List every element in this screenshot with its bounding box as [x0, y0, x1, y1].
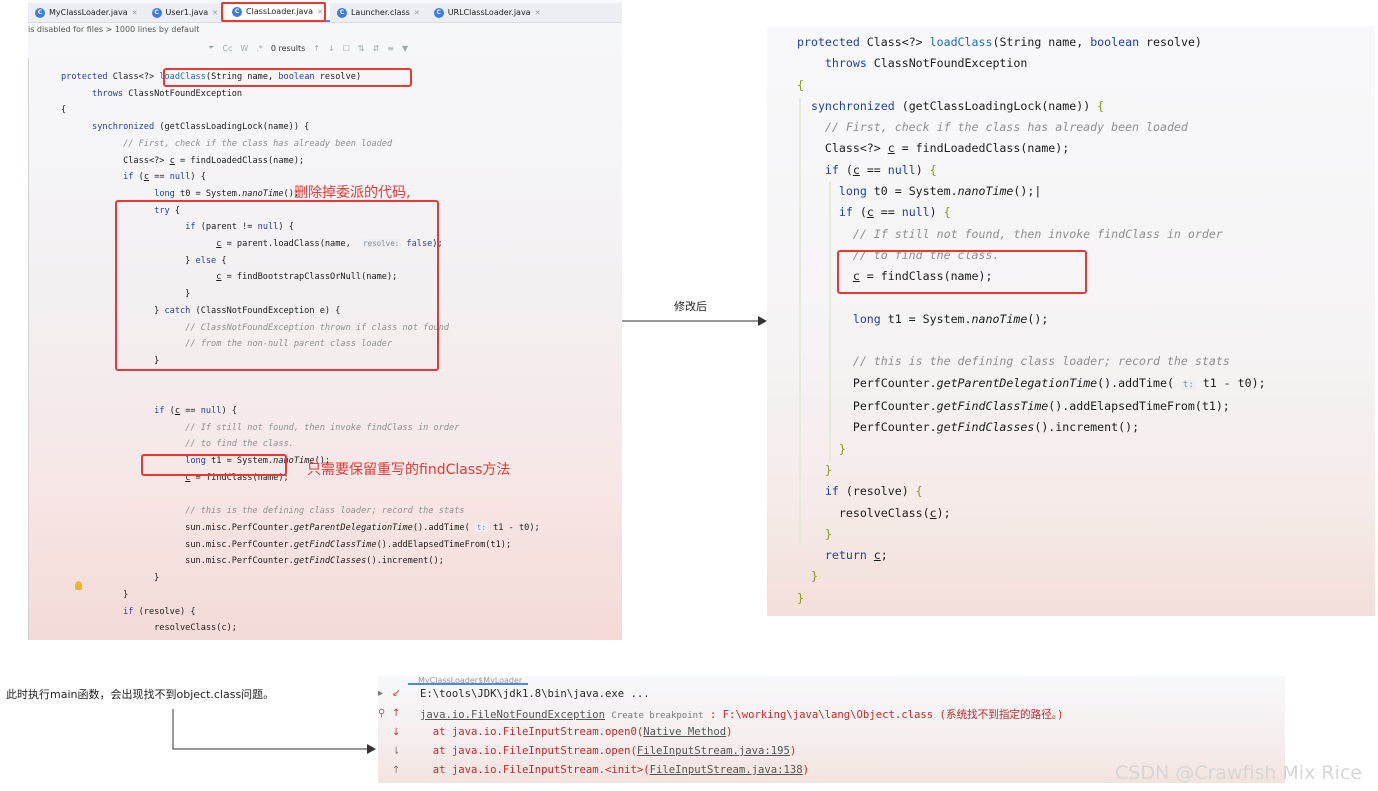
delete-delegation-annotation: 删除掉委派的代码,	[294, 185, 411, 201]
right-arrow-icon	[622, 316, 767, 326]
findclass-only-highlight	[837, 250, 1087, 294]
arrow-up-icon[interactable]: ↑	[313, 44, 320, 53]
tab-user1[interactable]: C User1.java ✕	[145, 3, 226, 22]
right-code-block: protected Class<?> loadClass(String name…	[797, 35, 1266, 605]
whole-word-toggle[interactable]: W	[240, 44, 248, 53]
tab-label: URLClassLoader.java	[447, 8, 531, 17]
console-tab-underline	[408, 683, 528, 685]
filter-icon[interactable]: ⏷	[208, 43, 214, 53]
console-line-command: E:\tools\JDK\jdk1.8\bin\java.exe ...	[420, 688, 650, 700]
frame-text: )	[802, 764, 810, 776]
loadclass-signature-highlight	[163, 68, 412, 87]
highlight-disabled-notice: is disabled for files > 1000 lines by de…	[28, 25, 200, 34]
console-line-exception: java.io.FileNotFoundException Create bre…	[420, 707, 1063, 722]
exception-link[interactable]: java.io.FileNotFoundException	[420, 709, 605, 721]
bent-arrow-icon	[172, 709, 376, 754]
delegation-code-highlight	[115, 200, 439, 371]
down-arrow-icon[interactable]: ↓	[392, 727, 400, 738]
class-icon: C	[35, 7, 45, 18]
class-icon: C	[336, 7, 347, 18]
frame-source-link[interactable]: FileInputStream.java:195	[637, 745, 790, 757]
frame-text: )	[789, 745, 797, 757]
find-toolbar: ⏷ Cc W .* 0 results ↑ ↓ ☐ ⇅ ⇵ ≡ ▼	[208, 43, 408, 53]
frame-text: at java.io.FileInputStream.open0(	[420, 726, 644, 738]
tab-myclassloader[interactable]: C MyClassLoader.java ✕	[28, 3, 145, 22]
match-case-toggle[interactable]: Cc	[222, 44, 232, 53]
run-main-caption: 此时执行main函数，会出现找不到object.class问题。	[6, 688, 275, 701]
exception-message: : F:\working\java\lang\Object.class (系统找…	[703, 709, 1064, 721]
frame-text: at java.io.FileInputStream.open(	[420, 745, 637, 757]
tab-launcher[interactable]: C Launcher.class ✕	[330, 3, 427, 22]
frame-text: at java.io.FileInputStream.<init>(	[420, 764, 650, 776]
select-all-icon[interactable]: ☐	[343, 44, 350, 53]
regex-toggle[interactable]: .*	[256, 44, 263, 53]
close-icon[interactable]: ✕	[212, 9, 218, 17]
funnel-icon[interactable]: ▼	[402, 44, 408, 53]
keep-findclass-annotation: 只需要保留重写的findClass方法	[307, 462, 511, 478]
close-icon[interactable]: ✕	[414, 9, 420, 17]
pin-icon[interactable]: ↙	[392, 688, 400, 699]
console-stack-frame: at java.io.FileInputStream.open(FileInpu…	[420, 745, 797, 757]
rerun-icon[interactable]: ▸	[378, 688, 383, 699]
console-stack-frame: at java.io.FileInputStream.<init>(FileIn…	[420, 764, 809, 776]
wrench-icon[interactable]: ⚲	[378, 708, 385, 719]
tab-label: User1.java	[165, 8, 209, 17]
tab-label: MyClassLoader.java	[49, 8, 128, 17]
soft-wrap-icon[interactable]: ⇂	[392, 746, 400, 757]
multiline-icon[interactable]: ≡	[387, 44, 394, 53]
after-modification-caption: 修改后	[674, 300, 707, 313]
frame-text: )	[726, 726, 733, 738]
class-icon: C	[151, 7, 162, 18]
param-hint: t:	[474, 522, 488, 532]
close-icon[interactable]: ✕	[535, 9, 541, 17]
console-stack-frame: at java.io.FileInputStream.open0(Native …	[420, 726, 733, 738]
up-arrow-icon[interactable]: ↑	[392, 708, 400, 719]
active-tab-highlight	[221, 2, 326, 22]
class-icon: C	[433, 7, 444, 18]
tab-label: Launcher.class	[350, 8, 410, 17]
lightbulb-icon[interactable]	[75, 581, 82, 590]
frame-source-link[interactable]: FileInputStream.java:138	[650, 764, 803, 776]
add-occurrence-icon[interactable]: ⇅	[358, 44, 365, 53]
scroll-to-end-icon[interactable]: ↑	[392, 765, 400, 776]
search-results-count: 0 results	[270, 43, 306, 53]
create-breakpoint-link[interactable]: Create breakpoint	[611, 711, 703, 721]
tab-urlclassloader[interactable]: C URLClassLoader.java ✕	[427, 3, 548, 22]
findclass-call-highlight	[141, 454, 287, 476]
left-ide-screenshot: C MyClassLoader.java ✕ C User1.java ✕ C …	[28, 0, 622, 640]
csdn-watermark: CSDN @Crawfish Mix Rice	[1115, 762, 1362, 784]
remove-occurrence-icon[interactable]: ⇵	[373, 44, 380, 53]
arrow-down-icon[interactable]: ↓	[328, 44, 335, 53]
param-hint: t:	[1180, 379, 1196, 390]
close-icon[interactable]: ✕	[132, 9, 138, 17]
modified-code-screenshot: protected Class<?> loadClass(String name…	[767, 26, 1375, 616]
editor-gutter	[28, 58, 29, 640]
frame-source-link[interactable]: Native Method	[643, 726, 726, 738]
